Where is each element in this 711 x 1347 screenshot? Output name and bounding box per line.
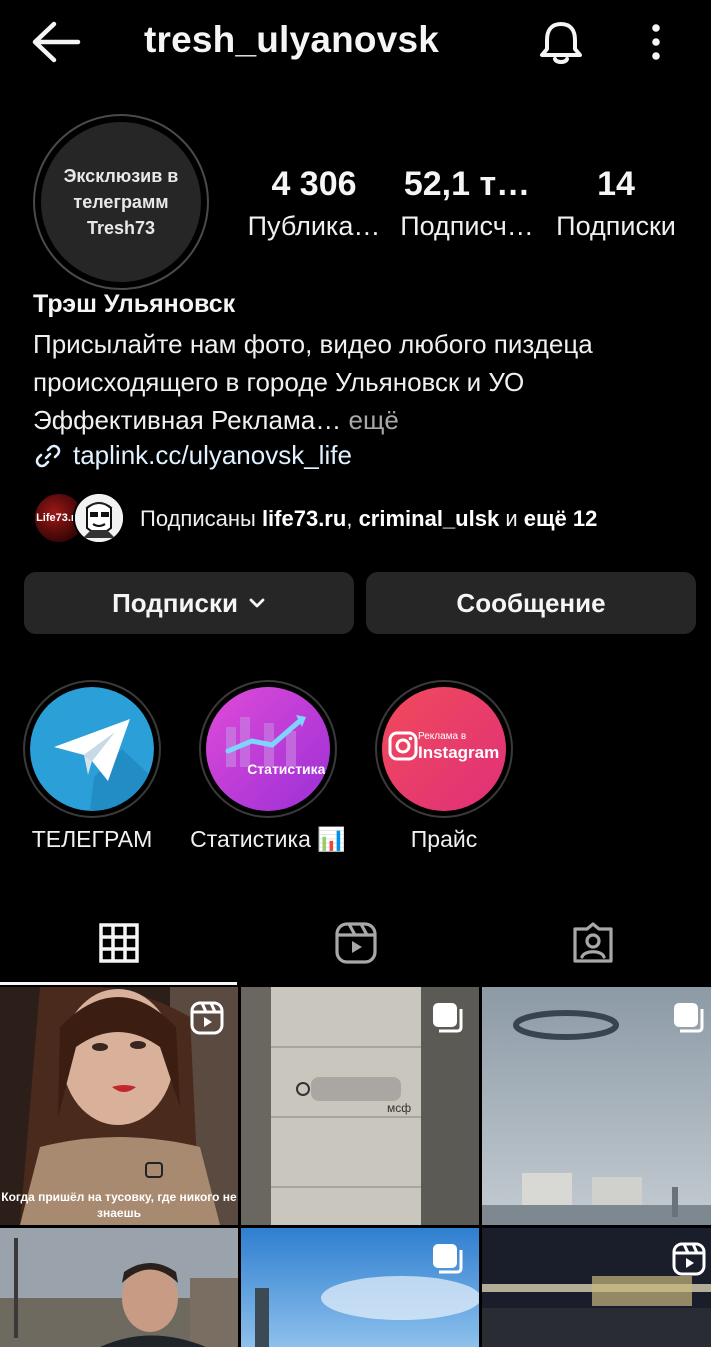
post-thumbnail[interactable] (0, 1228, 238, 1347)
stat-followers[interactable]: 52,1 т… Подписч… (394, 162, 540, 246)
followed-by-user-1: life73.ru (261, 506, 347, 531)
profile-display-name: Трэш Ульяновск (33, 290, 236, 318)
grid-icon (98, 923, 139, 963)
post-thumbnail[interactable]: мсф (241, 987, 479, 1225)
avatar-text: Эксклюзив в телеграмм Tresh73 (63, 166, 179, 238)
chart-up-icon (206, 687, 330, 811)
follower-avatar-criminal (73, 492, 125, 544)
highlight-cover-price-text: Instagram (418, 743, 500, 762)
carousel-badge-icon (433, 1244, 463, 1274)
reels-badge-icon (672, 1242, 706, 1276)
stat-following[interactable]: 14 Подписки (548, 162, 684, 246)
highlight-ring (23, 680, 161, 818)
highlight-price[interactable]: Реклама в Instagram Прайс (364, 680, 524, 853)
profile-link[interactable]: taplink.cc/ulyanovsk_life (33, 440, 352, 471)
tab-grid[interactable] (0, 900, 237, 986)
highlight-label-statistics: Статистика 📊 (190, 826, 346, 852)
followed-by-user-2: criminal_ulsk (358, 506, 500, 531)
reels-badge-icon (190, 1001, 224, 1035)
more-vertical-icon (652, 24, 660, 60)
link-icon (35, 444, 61, 467)
bio-more-link[interactable]: ещё (349, 405, 399, 435)
followed-by-and: и (505, 506, 518, 531)
tagged-icon (572, 922, 613, 963)
profile-username: tresh_ulyanovsk (144, 19, 440, 60)
chevron-down-icon (249, 598, 265, 608)
post-thumbnail[interactable] (241, 1228, 479, 1347)
highlight-cover-telegram (30, 687, 154, 811)
highlight-cover-price-small: Реклама в (418, 731, 467, 742)
followed-by-separator: , (346, 506, 353, 531)
followed-by-prefix: Подписаны (140, 506, 256, 531)
stat-followers-value: 52,1 т… (403, 165, 531, 203)
post-thumbnail[interactable]: Когда пришёл на тусовку, где никого не з… (0, 987, 238, 1225)
followed-by-row[interactable]: Life73.ru Подписаны life73.ru, criminal_… (33, 492, 597, 546)
post-thumbnail[interactable] (482, 987, 711, 1225)
highlight-cover-price: Реклама в Instagram (382, 687, 506, 811)
highlight-cover-statistics: Статистика Инстаграм (206, 687, 330, 811)
highlight-label-price: Прайс (410, 826, 478, 852)
post-caption: Когда пришёл на тусовку, где никого не з… (1, 1190, 237, 1220)
message-button-label: Сообщение (456, 587, 606, 618)
stat-followers-label: Подписч… (400, 211, 534, 241)
tab-reels[interactable] (237, 900, 474, 986)
profile-tabs (0, 900, 711, 986)
highlight-statistics[interactable]: Статистика Инстаграм Статистика 📊 (188, 680, 348, 853)
followed-by-avatars: Life73.ru (33, 492, 128, 546)
post-thumbnail[interactable] (482, 1228, 711, 1347)
back-button[interactable] (30, 20, 82, 64)
stat-following-label: Подписки (556, 211, 676, 241)
arrow-left-icon (32, 21, 81, 63)
bio-text: Присылайте нам фото, видео любого пиздец… (33, 329, 593, 435)
following-button-label: Подписки (112, 587, 238, 618)
stat-posts[interactable]: 4 306 Публика… (244, 162, 384, 246)
profile-link-text: taplink.cc/ulyanovsk_life (73, 440, 352, 470)
tab-tagged[interactable] (474, 900, 711, 986)
reels-icon (334, 922, 377, 964)
followed-by-more: ещё 12 (523, 506, 598, 531)
cartoon-face-icon (75, 494, 123, 542)
top-bar: tresh_ulyanovsk (0, 0, 711, 84)
notifications-button[interactable] (536, 18, 586, 68)
stat-posts-value: 4 306 (271, 165, 357, 203)
carousel-badge-icon (674, 1003, 704, 1033)
following-button[interactable]: Подписки (24, 572, 354, 634)
bell-icon (540, 22, 582, 64)
active-tab-indicator (0, 982, 237, 985)
followed-by-text: Подписаны life73.ru, criminal_ulsk и ещё… (140, 506, 597, 532)
profile-avatar[interactable]: Эксклюзив в телеграмм Tresh73 (41, 122, 201, 282)
post-wall-text: мсф (387, 1101, 412, 1115)
message-button[interactable]: Сообщение (366, 572, 696, 634)
stat-following-value: 14 (597, 165, 635, 203)
highlight-ring: Реклама в Instagram (375, 680, 513, 818)
telegram-icon (30, 687, 154, 811)
highlight-label-telegram: ТЕЛЕГРАМ (31, 826, 153, 852)
more-options-button[interactable] (640, 20, 672, 64)
highlight-cover-statistics-text: Статистика Инстаграм (247, 761, 330, 777)
highlight-ring: Статистика Инстаграм (199, 680, 337, 818)
profile-bio: Присылайте нам фото, видео любого пиздец… (33, 325, 693, 439)
carousel-badge-icon (433, 1003, 463, 1033)
stat-posts-label: Публика… (247, 211, 381, 241)
highlight-telegram[interactable]: ТЕЛЕГРАМ (12, 680, 172, 853)
post-image-man (0, 1228, 238, 1347)
